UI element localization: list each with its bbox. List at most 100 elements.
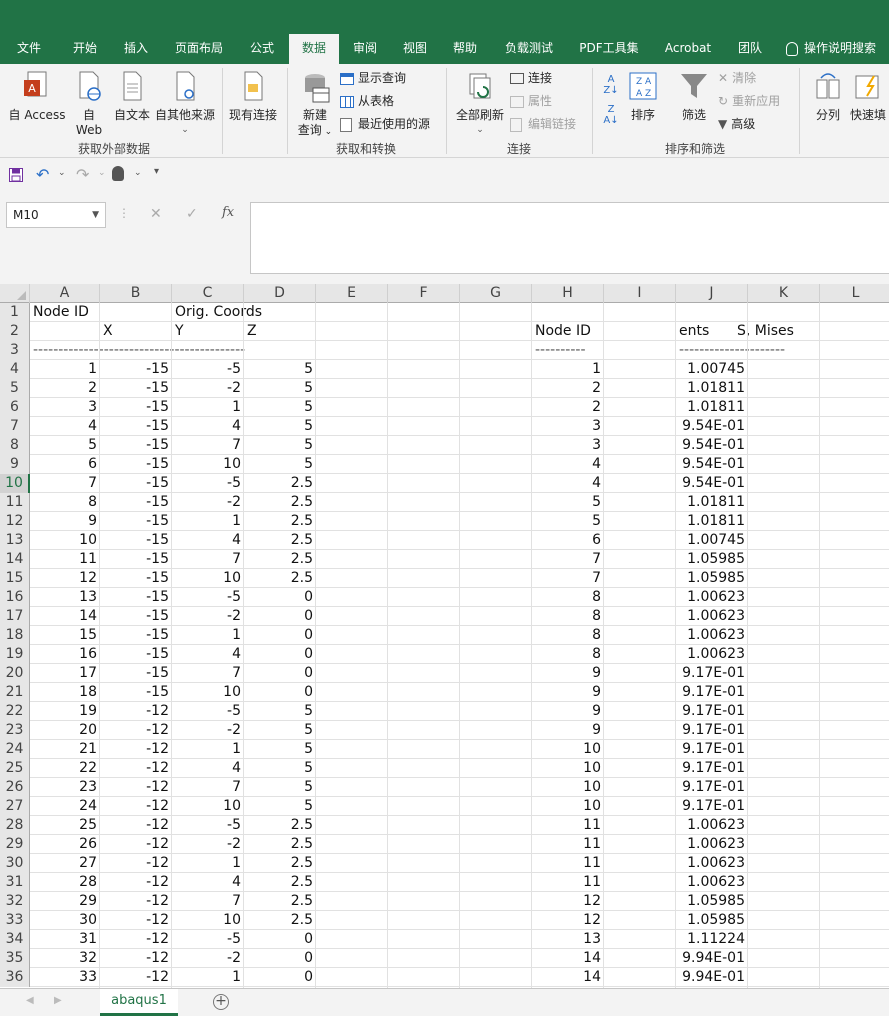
cell[interactable]: 0	[244, 968, 316, 987]
cell[interactable]: 5	[532, 493, 604, 512]
cell[interactable]: 10	[532, 759, 604, 778]
cell[interactable]: 2.5	[244, 531, 316, 550]
tab-home[interactable]: 开始	[62, 34, 108, 64]
cell[interactable]: 5	[244, 455, 316, 474]
cell[interactable]: 1.00745	[676, 531, 748, 550]
tab-data[interactable]: 数据	[289, 34, 339, 64]
cell[interactable]: 5	[244, 759, 316, 778]
row-header[interactable]: 17	[0, 607, 30, 626]
cell[interactable]: 10	[30, 531, 100, 550]
cell[interactable]: 4	[30, 417, 100, 436]
flash-fill-button[interactable]: 快速填	[850, 70, 889, 123]
touch-mode-icon[interactable]	[112, 166, 124, 181]
cell[interactable]: 14	[30, 607, 100, 626]
cell[interactable]: 2.5	[244, 873, 316, 892]
from-table-button[interactable]: 从表格	[340, 91, 394, 111]
cell[interactable]: -15	[100, 683, 172, 702]
cell[interactable]: 10	[532, 797, 604, 816]
cell[interactable]: 31	[30, 930, 100, 949]
tab-team[interactable]: 团队	[728, 34, 772, 64]
cell[interactable]: 1.01811	[676, 493, 748, 512]
cell[interactable]: Z	[244, 322, 316, 341]
cell[interactable]: 1	[172, 968, 244, 987]
cell[interactable]: -12	[100, 949, 172, 968]
sheet-tab-abaqus1[interactable]: abaqus1	[100, 989, 178, 1016]
existing-connections-button[interactable]: 现有连接	[226, 70, 280, 123]
cell[interactable]: 4	[172, 873, 244, 892]
cell[interactable]: -12	[100, 911, 172, 930]
cell[interactable]: 19	[30, 702, 100, 721]
cell[interactable]: -12	[100, 873, 172, 892]
cell[interactable]: 11	[532, 873, 604, 892]
cell[interactable]: Y	[172, 322, 244, 341]
row-header[interactable]: 15	[0, 569, 30, 588]
cell[interactable]: ---------------------	[676, 341, 858, 360]
cell[interactable]: 5	[532, 512, 604, 531]
column-header-B[interactable]: B	[100, 284, 172, 303]
cell[interactable]: 0	[244, 930, 316, 949]
cell[interactable]: -15	[100, 645, 172, 664]
cell[interactable]: 6	[30, 455, 100, 474]
name-box[interactable]: M10 ▼	[6, 202, 106, 228]
cell[interactable]: 0	[244, 588, 316, 607]
undo-icon[interactable]: ↶	[36, 165, 49, 184]
cell[interactable]: 4	[172, 417, 244, 436]
cell[interactable]: 0	[244, 626, 316, 645]
cell[interactable]: -2	[172, 493, 244, 512]
row-header[interactable]: 7	[0, 417, 30, 436]
cell[interactable]: 9.17E-01	[676, 664, 748, 683]
cell[interactable]: X	[100, 322, 172, 341]
from-other-sources-button[interactable]: 自其他来源 ⌄	[154, 70, 216, 138]
cell[interactable]: 9.94E-01	[676, 968, 748, 987]
tab-file[interactable]: 文件	[8, 34, 50, 64]
row-header[interactable]: 19	[0, 645, 30, 664]
cell[interactable]: 2.5	[244, 512, 316, 531]
cell[interactable]: 0	[244, 683, 316, 702]
cell[interactable]: 9	[532, 721, 604, 740]
redo-icon[interactable]: ↷	[76, 165, 89, 184]
cell[interactable]: 9	[532, 702, 604, 721]
cell[interactable]: 7	[172, 436, 244, 455]
cell[interactable]: 1.00623	[676, 626, 748, 645]
cell[interactable]: 8	[532, 607, 604, 626]
cell[interactable]: 9.17E-01	[676, 721, 748, 740]
cell[interactable]: 3	[532, 436, 604, 455]
cell[interactable]: 2.5	[244, 569, 316, 588]
cell[interactable]: 30	[30, 911, 100, 930]
cell[interactable]: 27	[30, 854, 100, 873]
cell[interactable]: -15	[100, 474, 172, 493]
row-header[interactable]: 18	[0, 626, 30, 645]
row-header[interactable]: 9	[0, 455, 30, 474]
cell[interactable]: 1.00745	[676, 360, 748, 379]
cell[interactable]: -12	[100, 892, 172, 911]
cell[interactable]: 26	[30, 835, 100, 854]
row-header[interactable]: 6	[0, 398, 30, 417]
cell[interactable]: 9.94E-01	[676, 949, 748, 968]
cell[interactable]: Node ID	[532, 322, 624, 341]
cell[interactable]: 9.17E-01	[676, 740, 748, 759]
cell[interactable]: 1.05985	[676, 911, 748, 930]
column-header-G[interactable]: G	[460, 284, 532, 303]
cell[interactable]: -15	[100, 455, 172, 474]
tab-load-test[interactable]: 负载测试	[496, 34, 562, 64]
cell[interactable]: 1	[532, 360, 604, 379]
cell[interactable]: 15	[30, 626, 100, 645]
cell[interactable]: 29	[30, 892, 100, 911]
cell[interactable]: 0	[244, 949, 316, 968]
clear-filter-button[interactable]: ✕ 清除	[718, 68, 756, 88]
cell[interactable]: Orig. Coords	[172, 303, 324, 322]
cell[interactable]: -15	[100, 436, 172, 455]
column-header-I[interactable]: I	[604, 284, 676, 303]
cell[interactable]: -12	[100, 721, 172, 740]
row-header[interactable]: 21	[0, 683, 30, 702]
cell[interactable]: 2.5	[244, 835, 316, 854]
cell[interactable]: 0	[244, 645, 316, 664]
cell[interactable]: -12	[100, 702, 172, 721]
cell[interactable]: 8	[532, 626, 604, 645]
cell[interactable]: 2.5	[244, 550, 316, 569]
insert-function-icon[interactable]: fx	[222, 205, 234, 220]
cell[interactable]: 7	[30, 474, 100, 493]
tab-insert[interactable]: 插入	[114, 34, 158, 64]
column-header-L[interactable]: L	[820, 284, 889, 303]
cell[interactable]: 9.17E-01	[676, 797, 748, 816]
